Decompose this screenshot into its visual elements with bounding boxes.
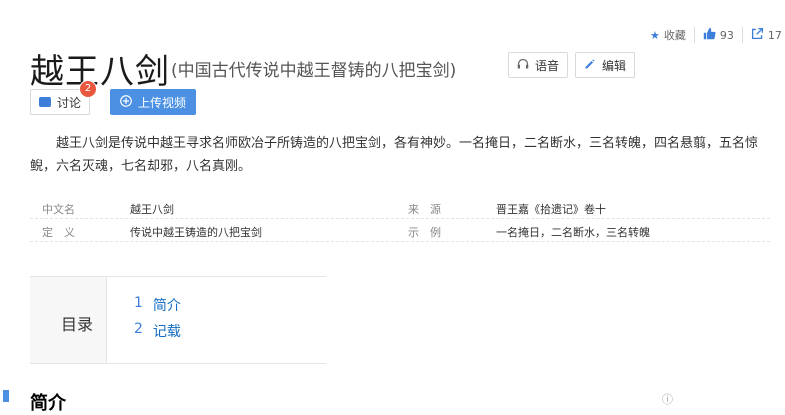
toc-item-label: 记载 [152,324,181,340]
discuss-count-badge: 2 [79,80,98,98]
info-row: 中文名 越王八剑 来 源 晋王嘉《拾遗记》卷十 [30,196,770,219]
plus-circle-icon [120,94,132,110]
summary-paragraph: 越王八剑是传说中越王寻求名师欧冶子所铸造的八把宝剑，各有神妙。一名掩日，二名断水… [30,136,759,174]
discuss-label: 讨论 [57,95,82,110]
edit-button[interactable]: 编辑 [575,52,636,78]
info-value: 传说中越王铸造的八把宝剑 [130,226,262,239]
top-actions: ★ 收藏 93 17 [650,26,782,44]
page-subtitle: (中国古代传说中越王督铸的八把宝剑) [171,61,457,81]
divider [741,27,743,43]
info-label: 示 例 [408,226,441,239]
basic-info-table: 中文名 越王八剑 来 源 晋王嘉《拾遗记》卷十 定 义 传说中越王铸造的八把宝剑… [30,196,770,242]
toc-item-label: 简介 [152,298,181,314]
toc-item-records[interactable]: 2 记载 [134,321,181,341]
info-value: 晋王嘉《拾遗记》卷十 [496,203,606,216]
pencil-icon [584,58,596,73]
discuss-button[interactable]: 讨论 2 [30,80,98,115]
toc-item-number: 2 [134,321,143,337]
toc-heading-box: 目录 [30,277,107,363]
collect-label: 收藏 [663,29,686,42]
voice-button[interactable]: 语音 [508,52,569,78]
section-heading: 简介 [30,393,66,414]
like-count: 93 [719,28,734,42]
toc-item-intro[interactable]: 1 简介 [134,295,181,315]
star-icon: ★ [650,28,660,42]
section-marker [3,390,9,402]
headphones-icon [517,58,529,73]
collect-button[interactable]: ★ 收藏 [650,27,686,43]
share-count: 17 [767,28,782,42]
chat-icon [39,97,51,107]
info-row: 定 义 传说中越王铸造的八把宝剑 示 例 一名掩日，二名断水，三名转魄 [30,219,770,242]
info-value: 越王八剑 [130,203,174,216]
section-tools: ⓘ [662,391,673,407]
info-label: 中文名 [42,203,75,216]
upload-video-button[interactable]: 上传视频 [110,89,197,115]
toc-item-number: 1 [134,295,143,311]
thumbs-up-icon [703,27,716,43]
share-button[interactable]: 17 [751,27,782,43]
info-value: 一名掩日，二名断水，三名转魄 [496,226,650,239]
voice-label: 语音 [535,58,560,73]
page-title: 越王八剑 [30,52,170,92]
toc-heading: 目录 [61,315,94,334]
table-of-contents: 目录 1 简介 2 记载 [30,276,326,364]
divider [693,27,695,43]
edit-label: 编辑 [602,58,627,73]
info-label: 来 源 [408,203,441,216]
info-label: 定 义 [42,226,75,239]
share-icon [751,27,764,43]
like-button[interactable]: 93 [703,27,734,43]
upload-label: 上传视频 [138,95,187,110]
